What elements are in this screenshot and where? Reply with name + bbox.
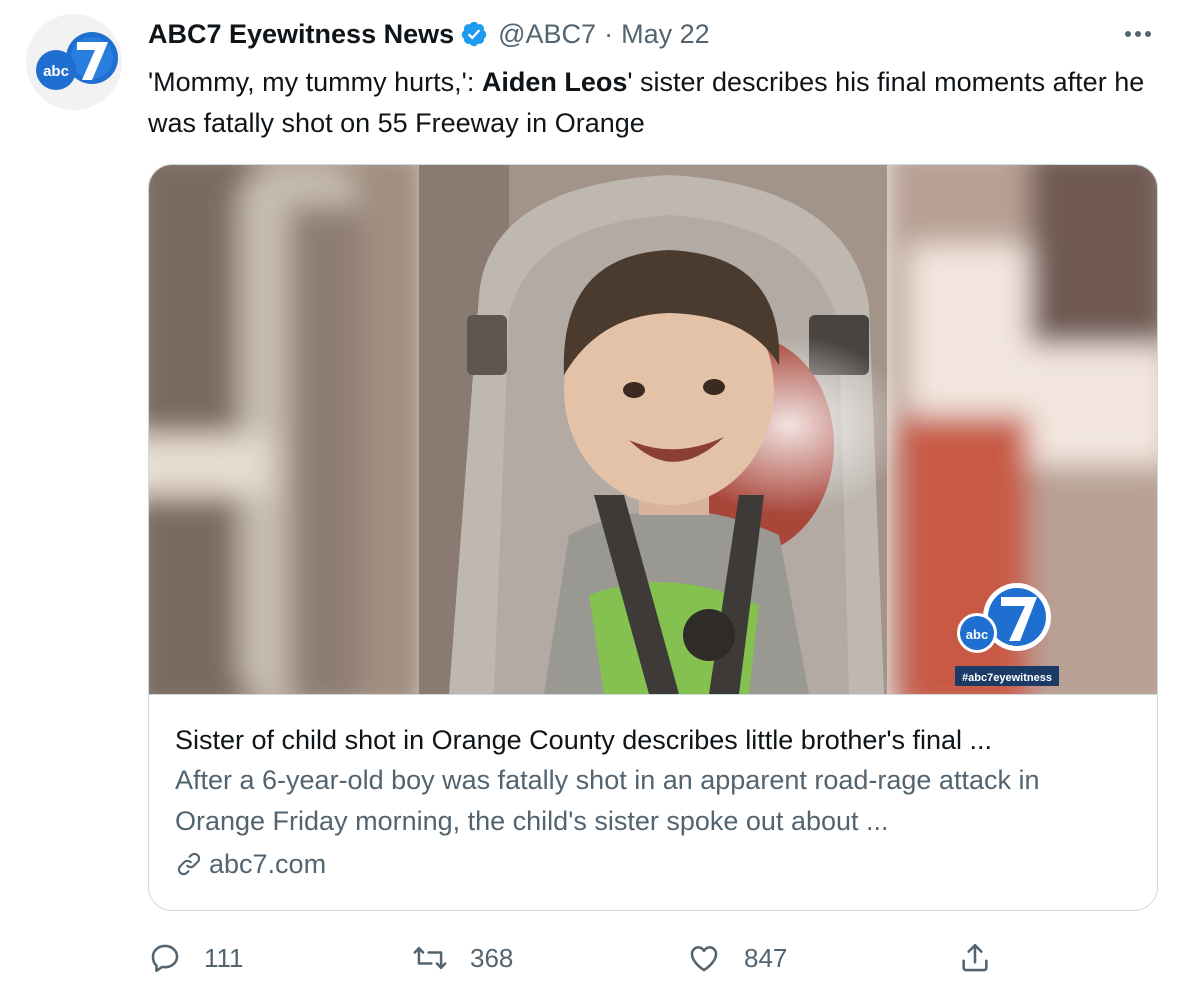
link-card[interactable]: abc #abc7eyewitness Sister of child shot… — [148, 164, 1158, 911]
tweet-header: ABC7 Eyewitness News @ABC7 · May 22 — [148, 14, 710, 54]
card-domain[interactable]: abc7.com — [175, 844, 1135, 884]
like-count: 847 — [744, 942, 788, 973]
svg-text:abc: abc — [43, 63, 69, 80]
tweet-text-bold: Aiden Leos — [481, 67, 628, 97]
like-button[interactable]: 847 — [686, 936, 787, 980]
card-domain-text: abc7.com — [209, 849, 327, 879]
card-image[interactable]: abc #abc7eyewitness — [149, 165, 1157, 695]
author-name[interactable]: ABC7 Eyewitness News — [148, 19, 454, 50]
retweet-icon — [413, 947, 447, 969]
heart-icon — [690, 946, 718, 972]
share-icon — [962, 943, 988, 972]
reply-count: 111 — [204, 942, 244, 973]
more-horizontal-icon — [1125, 31, 1151, 37]
link-icon — [177, 852, 201, 876]
retweet-button[interactable]: 368 — [412, 936, 513, 980]
author-avatar[interactable]: abc — [26, 14, 122, 110]
card-title[interactable]: Sister of child shot in Orange County de… — [175, 720, 1135, 760]
card-description: After a 6-year-old boy was fatally shot … — [175, 765, 1040, 836]
tweet-text: 'Mommy, my tummy hurts,': Aiden Leos' si… — [148, 62, 1148, 144]
abc7-logo-icon: abc — [26, 14, 122, 110]
reply-button[interactable]: 111 — [148, 936, 244, 980]
tweet-text-lead: 'Mommy, my tummy hurts,': — [148, 67, 482, 97]
verified-badge-icon — [461, 21, 487, 47]
svg-text:abc: abc — [966, 627, 988, 642]
tweet-date[interactable]: May 22 — [621, 19, 710, 50]
tweet-actions: 111 368 847 — [148, 936, 1008, 980]
header-separator: · — [604, 18, 614, 49]
video-thumbnail-image: abc #abc7eyewitness — [149, 165, 1157, 694]
share-button[interactable] — [958, 936, 992, 980]
watermark-hashtag: #abc7eyewitness — [962, 672, 1052, 684]
more-options-button[interactable] — [1120, 22, 1160, 46]
reply-icon — [151, 944, 179, 973]
author-handle[interactable]: @ABC7 — [498, 19, 596, 50]
card-text: Sister of child shot in Orange County de… — [175, 720, 1135, 884]
retweet-count: 368 — [470, 942, 514, 973]
